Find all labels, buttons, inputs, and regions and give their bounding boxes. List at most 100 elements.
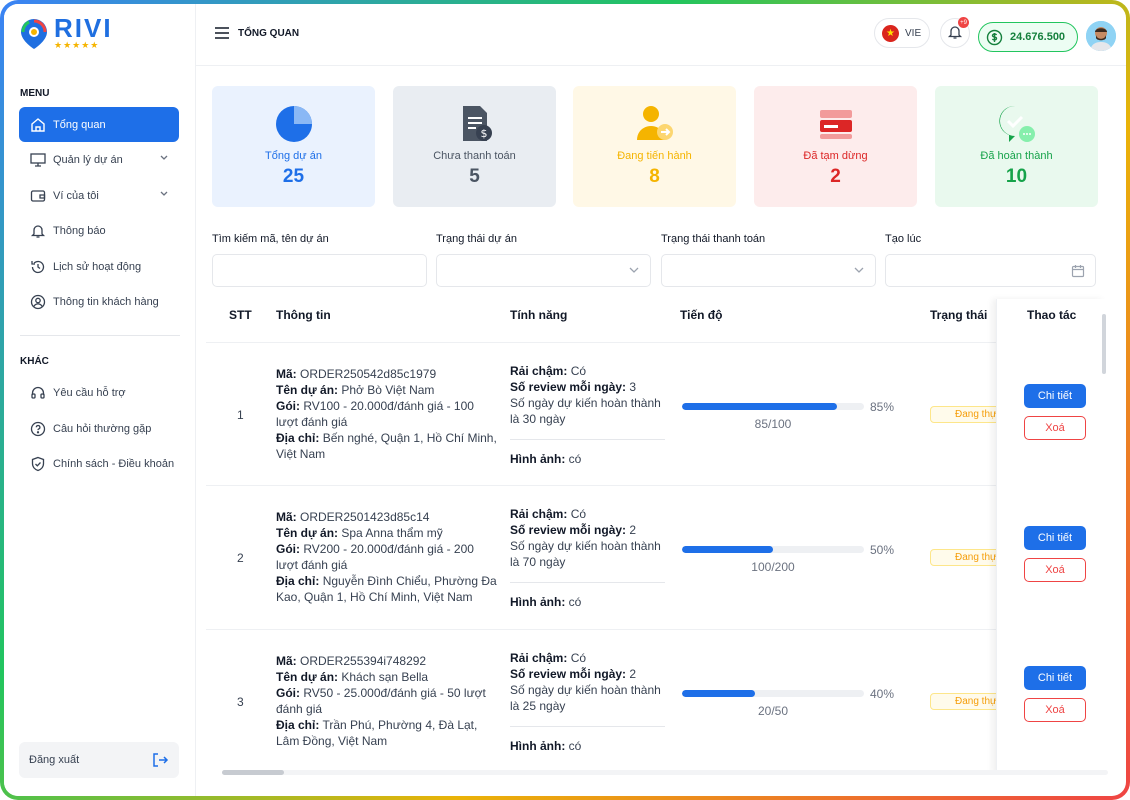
row-features: Rải chậm: Có Số review mỗi ngày: 2 Số ng… xyxy=(510,506,668,570)
col-header-status: Trạng thái xyxy=(930,308,988,322)
card-value: 25 xyxy=(282,166,305,187)
project-status-select[interactable] xyxy=(436,254,651,287)
card-label: Chưa thanh toán xyxy=(433,150,516,162)
wallet-icon xyxy=(29,187,47,205)
history-icon xyxy=(29,258,47,276)
avatar[interactable] xyxy=(1086,21,1116,51)
progress-fill xyxy=(682,546,773,553)
code-label: Mã: xyxy=(276,654,297,668)
card-label: Đã hoàn thành xyxy=(980,150,1053,162)
logout-button[interactable]: Đăng xuất xyxy=(19,742,179,778)
package: RV100 - 20.000đ/đánh giá - 100 lượt đánh… xyxy=(276,399,474,429)
vertical-scrollbar[interactable] xyxy=(1102,314,1106,772)
sidebar-item-label: Thông báo xyxy=(53,224,106,237)
package-label: Gói: xyxy=(276,542,300,556)
delete-button[interactable]: Xoá xyxy=(1024,416,1086,440)
progress-count: 100/200 xyxy=(751,560,795,574)
sidebar-item-policy[interactable]: Chính sách - Điều khoản xyxy=(19,446,179,481)
row-info: Mã: ORDER255394i748292 Tên dự án: Khách … xyxy=(276,653,498,749)
language-selector[interactable]: ★ VIE xyxy=(874,18,930,48)
sidebar-item-notifications[interactable]: Thông báo xyxy=(19,213,179,248)
project-name: Spa Anna thẩm mỹ xyxy=(341,526,443,540)
reviews-per-day-label: Số review mỗi ngày: xyxy=(510,667,627,681)
slow-drip-label: Rải chậm: xyxy=(510,364,568,378)
wallet-balance-button[interactable]: 24.676.500 xyxy=(978,22,1078,52)
name-label: Tên dự án: xyxy=(276,526,339,540)
stat-card-unpaid[interactable]: $ Chưa thanh toán 5 xyxy=(393,86,556,207)
vietnam-flag-icon: ★ xyxy=(882,24,899,42)
user-forward-icon xyxy=(573,104,736,144)
slow-drip-label: Rải chậm: xyxy=(510,507,568,521)
detail-button[interactable]: Chi tiết xyxy=(1024,666,1086,690)
payment-status-select[interactable] xyxy=(661,254,876,287)
detail-button[interactable]: Chi tiết xyxy=(1024,526,1086,550)
horizontal-scrollbar[interactable] xyxy=(222,770,1108,775)
row-images: Hình ảnh: có xyxy=(510,451,581,467)
notification-button[interactable]: +9 xyxy=(940,17,970,48)
slow-drip-value: Có xyxy=(570,507,587,521)
card-label: Tổng dự án xyxy=(265,150,322,162)
stat-card-paused[interactable]: Đã tạm dừng 2 xyxy=(754,86,917,207)
sidebar-item-wallet[interactable]: Ví của tôi xyxy=(19,178,179,213)
sidebar-item-overview[interactable]: Tổng quan xyxy=(19,107,179,142)
vertical-scroll-thumb[interactable] xyxy=(1102,314,1106,374)
search-input[interactable] xyxy=(212,254,427,287)
col-header-progress: Tiến độ xyxy=(680,308,723,322)
sidebar-item-label: Ví của tôi xyxy=(53,189,99,202)
row-divider xyxy=(206,629,1106,630)
sidebar-item-faq[interactable]: Câu hỏi thường gặp xyxy=(19,411,179,446)
reviews-per-day-value: 2 xyxy=(629,523,637,537)
invoice-dollar-icon: $ xyxy=(393,104,556,144)
reviews-per-day-label: Số review mỗi ngày: xyxy=(510,380,627,394)
project-status-filter-label: Trạng thái dự án xyxy=(436,233,517,245)
address-label: Địa chỉ: xyxy=(276,718,320,732)
col-header-features: Tính năng xyxy=(510,308,568,322)
brand-logo[interactable]: RIVI ★★★★★ xyxy=(18,15,113,50)
progress-count: 85/100 xyxy=(754,417,792,431)
col-header-stt: STT xyxy=(229,308,252,322)
card-value: 5 xyxy=(469,166,480,187)
expected-days: Số ngày dự kiến hoàn thành là 70 ngày xyxy=(510,539,661,569)
created-at-filter-label: Tạo lúc xyxy=(885,233,922,245)
sidebar: RIVI ★★★★★ MENU Tổng quan Quản lý dự án xyxy=(4,4,196,796)
sidebar-item-support[interactable]: Yêu cầu hỗ trợ xyxy=(19,375,179,410)
sidebar-item-label: Tổng quan xyxy=(53,118,106,131)
reviews-per-day-value: 3 xyxy=(629,380,637,394)
horizontal-scroll-thumb[interactable] xyxy=(222,770,284,775)
progress-bar xyxy=(682,690,864,697)
payment-status-filter-label: Trạng thái thanh toán xyxy=(661,233,766,245)
detail-button[interactable]: Chi tiết xyxy=(1024,384,1086,408)
name-label: Tên dự án: xyxy=(276,383,339,397)
menu-section-title: MENU xyxy=(20,88,50,99)
headset-icon xyxy=(29,384,47,402)
progress-bar xyxy=(682,546,864,553)
package-label: Gói: xyxy=(276,686,300,700)
package-label: Gói: xyxy=(276,399,300,413)
logout-label: Đăng xuất xyxy=(29,754,80,766)
hamburger-menu-icon[interactable] xyxy=(214,26,230,43)
stat-card-completed[interactable]: Đã hoàn thành 10 xyxy=(935,86,1098,207)
pie-chart-icon xyxy=(212,104,375,144)
order-code: ORDER250542d85c1979 xyxy=(300,367,437,381)
package: RV50 - 25.000đ/đánh giá - 50 lượt đánh g… xyxy=(276,686,486,716)
progress-percent: 85% xyxy=(870,400,895,414)
card-label: Đang tiến hành xyxy=(617,150,692,162)
sidebar-item-customer-info[interactable]: Thông tin khách hàng xyxy=(19,284,179,319)
help-circle-icon xyxy=(29,420,47,438)
top-header: TỔNG QUAN ★ VIE +9 24.676.500 xyxy=(196,4,1126,66)
presentation-icon xyxy=(29,151,47,169)
images-value: có xyxy=(568,595,582,609)
created-at-date-picker[interactable] xyxy=(885,254,1096,287)
project-name: Khách sạn Bella xyxy=(341,670,429,684)
app-frame: RIVI ★★★★★ MENU Tổng quan Quản lý dự án xyxy=(0,0,1130,800)
expected-days: Số ngày dự kiến hoàn thành là 30 ngày xyxy=(510,396,661,426)
progress-percent: 40% xyxy=(870,687,895,701)
col-header-actions: Thao tác xyxy=(1027,308,1077,322)
sidebar-item-history[interactable]: Lịch sử hoạt động xyxy=(19,249,179,284)
stat-card-in-progress[interactable]: Đang tiến hành 8 xyxy=(573,86,736,207)
delete-button[interactable]: Xoá xyxy=(1024,558,1086,582)
row-stt: 2 xyxy=(237,551,244,565)
sidebar-item-projects[interactable]: Quản lý dự án xyxy=(19,142,179,177)
stat-card-total[interactable]: Tổng dự án 25 xyxy=(212,86,375,207)
delete-button[interactable]: Xoá xyxy=(1024,698,1086,722)
